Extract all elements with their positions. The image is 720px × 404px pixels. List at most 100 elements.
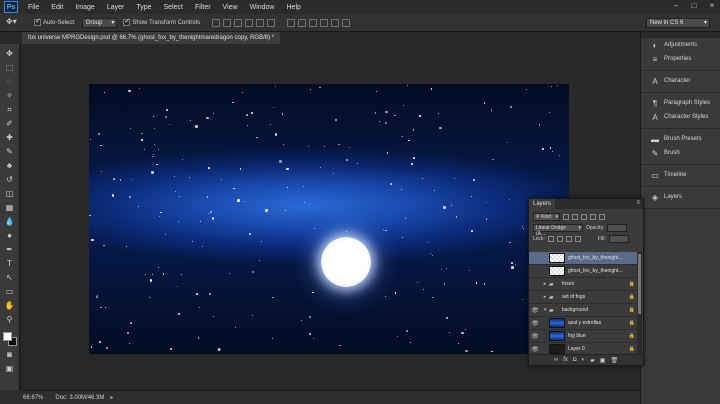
- distribute-top-icon[interactable]: [287, 18, 296, 27]
- trash-icon[interactable]: 🗑: [610, 357, 618, 364]
- visibility-eye-icon[interactable]: 👁: [529, 346, 541, 353]
- align-vcenter-icon[interactable]: [223, 18, 232, 27]
- menu-help[interactable]: Help: [281, 4, 307, 11]
- scrollbar-thumb[interactable]: [638, 254, 641, 314]
- dock-layers[interactable]: ◈ Layers: [641, 190, 720, 204]
- dodge-tool-icon[interactable]: ●: [3, 230, 17, 241]
- show-transform-option[interactable]: Show Transform Controls: [123, 17, 200, 26]
- type-tool-icon[interactable]: T: [3, 258, 17, 269]
- visibility-eye-icon[interactable]: 👁: [529, 333, 541, 340]
- history-brush-tool-icon[interactable]: ↺: [3, 174, 17, 185]
- align-top-icon[interactable]: [212, 18, 221, 27]
- visibility-eye-icon[interactable]: 👁: [529, 320, 541, 327]
- layer-row[interactable]: ▸ ▰ set of fogs 🔒: [529, 291, 637, 304]
- align-left-icon[interactable]: [245, 18, 254, 27]
- marquee-tool-icon[interactable]: ⬚: [3, 62, 17, 73]
- path-select-tool-icon[interactable]: ↖: [3, 272, 17, 283]
- hand-tool-icon[interactable]: ✋: [3, 300, 17, 311]
- auto-select-checkbox[interactable]: [34, 17, 41, 26]
- distribute-vcenter-icon[interactable]: [298, 18, 307, 27]
- dock-brush[interactable]: ✎ Brush: [641, 146, 720, 160]
- dock-paragraph-styles[interactable]: ¶ Paragraph Styles: [641, 96, 720, 110]
- show-transform-checkbox[interactable]: [123, 17, 131, 26]
- document-tab[interactable]: fox universe MPRGDesign.psd @ 66.7% (gho…: [22, 32, 281, 44]
- gradient-tool-icon[interactable]: ▦: [3, 202, 17, 213]
- eraser-tool-icon[interactable]: ◫: [3, 188, 17, 199]
- distribute-bottom-icon[interactable]: [309, 18, 318, 27]
- distribute-left-icon[interactable]: [320, 18, 329, 27]
- brush-tool-icon[interactable]: ✎: [3, 146, 17, 157]
- lock-position-icon[interactable]: [565, 235, 572, 242]
- align-hcenter-icon[interactable]: [256, 18, 265, 27]
- layers-scrollbar[interactable]: [637, 252, 642, 354]
- expand-arrow-icon[interactable]: ▾: [541, 307, 549, 313]
- menu-view[interactable]: View: [217, 4, 244, 11]
- zoom-tool-icon[interactable]: ⚲: [3, 314, 17, 325]
- distribute-hcenter-icon[interactable]: [331, 18, 340, 27]
- menu-select[interactable]: Select: [158, 4, 189, 11]
- layer-row[interactable]: 👁 fog blue 🔒: [529, 330, 637, 343]
- layer-row[interactable]: 👁 ▾ ▰ background 🔒: [529, 304, 637, 317]
- quick-mask-icon[interactable]: ◙: [3, 349, 17, 360]
- expand-arrow-icon[interactable]: ▸: [541, 294, 549, 300]
- layer-row[interactable]: 👁 Layer 0 🔒: [529, 343, 637, 354]
- panel-menu-icon[interactable]: ≡: [636, 200, 640, 206]
- new-layer-icon[interactable]: ▣: [600, 357, 606, 364]
- align-bottom-icon[interactable]: [234, 18, 243, 27]
- crop-tool-icon[interactable]: ⌗: [3, 104, 17, 115]
- layer-row[interactable]: ▸ ▰ foxes 🔒: [529, 278, 637, 291]
- link-icon[interactable]: ∞: [554, 357, 558, 363]
- shape-tool-icon[interactable]: ▭: [3, 286, 17, 297]
- eyedropper-tool-icon[interactable]: ✐: [3, 118, 17, 129]
- align-right-icon[interactable]: [267, 18, 276, 27]
- menu-type[interactable]: Type: [130, 4, 157, 11]
- menu-layer[interactable]: Layer: [101, 4, 131, 11]
- visibility-eye-icon[interactable]: 👁: [529, 307, 541, 314]
- dock-character[interactable]: A Character: [641, 74, 720, 88]
- layer-row[interactable]: ghost_fox_by_thenight...: [529, 252, 637, 265]
- opacity-field[interactable]: [607, 223, 628, 232]
- blend-mode-dropdown[interactable]: Linear Dodge (A...: [533, 223, 583, 237]
- layers-tab[interactable]: Layers: [529, 199, 556, 209]
- filter-adjustment-icon[interactable]: [572, 213, 579, 220]
- maximize-button[interactable]: □: [688, 1, 700, 11]
- lock-image-icon[interactable]: [556, 235, 563, 242]
- fx-icon[interactable]: fx: [563, 357, 568, 363]
- screen-mode-icon[interactable]: ▣: [3, 363, 17, 374]
- menu-image[interactable]: Image: [69, 4, 100, 11]
- distribute-right-icon[interactable]: [342, 18, 351, 27]
- group-folder-icon[interactable]: ▰: [590, 357, 595, 364]
- tool-preset-picker[interactable]: ✥▾: [6, 17, 28, 29]
- filter-smart-object-icon[interactable]: [599, 213, 606, 220]
- mask-icon[interactable]: ◘: [573, 357, 577, 363]
- layer-row[interactable]: ghost_fox_by_thenight...: [529, 265, 637, 278]
- lasso-tool-icon[interactable]: ◌: [3, 76, 17, 87]
- clone-stamp-tool-icon[interactable]: ♣: [3, 160, 17, 171]
- healing-brush-tool-icon[interactable]: ✚: [3, 132, 17, 143]
- menu-file[interactable]: File: [22, 4, 45, 11]
- status-menu-arrow-icon[interactable]: ▸: [110, 394, 113, 401]
- auto-select-option[interactable]: Auto-Select:: [34, 17, 76, 26]
- zoom-level[interactable]: 66.67%: [23, 395, 43, 401]
- lock-transparent-icon[interactable]: [547, 235, 554, 242]
- auto-select-target-dropdown[interactable]: Group: [81, 17, 118, 28]
- fill-field[interactable]: [608, 234, 629, 243]
- minimize-button[interactable]: –: [670, 1, 682, 11]
- menu-window[interactable]: Window: [244, 4, 281, 11]
- blur-tool-icon[interactable]: 💧: [3, 216, 17, 227]
- workspace-dropdown[interactable]: New in CS 6: [646, 18, 710, 28]
- filter-pixel-icon[interactable]: [563, 213, 570, 220]
- menu-edit[interactable]: Edit: [45, 4, 69, 11]
- filter-type-icon[interactable]: [581, 213, 588, 220]
- dock-character-styles[interactable]: A Character Styles: [641, 110, 720, 124]
- color-swatches[interactable]: [2, 332, 18, 346]
- move-tool-icon[interactable]: ✥: [3, 48, 17, 59]
- quick-select-tool-icon[interactable]: ✧: [3, 90, 17, 101]
- layer-row[interactable]: 👁 azul y estrellas 🔒: [529, 317, 637, 330]
- menu-filter[interactable]: Filter: [189, 4, 217, 11]
- dock-properties[interactable]: ≡ Properties: [641, 52, 720, 66]
- expand-arrow-icon[interactable]: ▸: [541, 281, 549, 287]
- dock-brush-presets[interactable]: ▬ Brush Presets: [641, 132, 720, 146]
- filter-kind-dropdown[interactable]: ⚲ Kind: [533, 212, 561, 221]
- foreground-color-swatch[interactable]: [2, 332, 12, 341]
